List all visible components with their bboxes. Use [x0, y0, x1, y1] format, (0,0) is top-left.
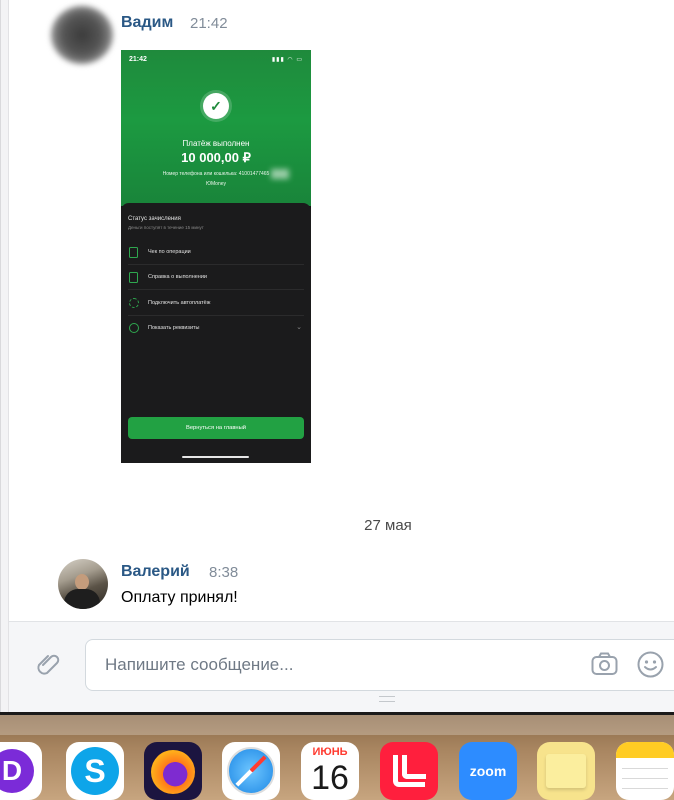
- row-label: Подключить автоплатёж: [148, 300, 211, 306]
- dock-app-calendar[interactable]: ИЮНЬ 16: [301, 742, 359, 800]
- notes-line: [622, 768, 668, 769]
- date-separator: 27 мая: [364, 517, 412, 534]
- emoji-icon[interactable]: [637, 651, 664, 678]
- dock-app-lz[interactable]: [380, 742, 438, 800]
- message-input[interactable]: Напишите сообщение...: [85, 639, 674, 691]
- home-indicator: [182, 456, 249, 458]
- row-label: Чек по операции: [148, 249, 191, 255]
- payment-title: Платёж выполнен: [182, 139, 250, 148]
- message-author[interactable]: Валерий: [121, 563, 190, 581]
- left-panel-edge: [1, 0, 9, 712]
- row-label: Показать реквизиты: [148, 325, 200, 331]
- lz-icon-inner: [402, 755, 426, 779]
- dock-app-notes[interactable]: [616, 742, 674, 800]
- dock-app-stickies[interactable]: [537, 742, 595, 800]
- document-icon: [129, 247, 138, 258]
- dock-app-zoom[interactable]: zoom: [459, 742, 517, 800]
- return-home-button: Вернуться на главный: [128, 417, 304, 439]
- payment-amount: 10 000,00 ₽: [181, 150, 251, 165]
- dock-app-safari[interactable]: [222, 742, 280, 800]
- payment-header: 21:42 ▮▮▮ ◠ ▭ ✓ Платёж выполнен 10 000,0…: [121, 50, 311, 206]
- status-bar-time: 21:42: [129, 56, 147, 63]
- row-details: Показать реквизиты ⌄: [128, 317, 304, 341]
- row-label: Справка о выполнении: [148, 274, 207, 280]
- resize-grip[interactable]: [379, 696, 395, 702]
- message-time: 21:42: [190, 15, 228, 32]
- document-icon: [129, 272, 138, 283]
- checkmark-icon: ✓: [203, 93, 229, 119]
- stickies-icon: [546, 754, 586, 788]
- camera-icon[interactable]: [591, 652, 618, 676]
- notes-line: [622, 788, 668, 789]
- row-autopay: Подключить автоплатёж: [128, 292, 304, 316]
- dock-app-skype[interactable]: S: [66, 742, 124, 800]
- d-app-icon: D: [0, 749, 34, 793]
- notes-icon: [616, 742, 674, 758]
- dock-app-d[interactable]: D: [0, 742, 42, 800]
- chat-window: Вадим 21:42 21:42 ▮▮▮ ◠ ▭ ✓ Платёж выпол…: [0, 0, 674, 712]
- calendar-day: 16: [311, 759, 349, 797]
- dock-app-firefox[interactable]: [144, 742, 202, 800]
- row-receipt: Чек по операции: [128, 241, 304, 265]
- message-text: Оплату принял!: [121, 589, 238, 606]
- notes-line: [622, 778, 668, 779]
- status-title: Статус зачисления: [128, 216, 181, 222]
- status-bar-icons: ▮▮▮ ◠ ▭: [271, 57, 303, 63]
- calendar-month: ИЮНЬ: [312, 746, 348, 758]
- payment-wallet: ЮMoney: [205, 181, 227, 187]
- info-icon: [129, 323, 139, 333]
- redacted-blur: [271, 169, 289, 179]
- chevron-down-icon: ⌄: [296, 324, 302, 331]
- payment-details-sheet: Статус зачисления Деньги поступят в тече…: [121, 203, 311, 463]
- status-subtitle: Деньги поступят в течение 15 минут: [128, 225, 204, 230]
- avatar-valeriy[interactable]: [58, 559, 108, 609]
- sync-icon: [129, 298, 139, 308]
- avatar-face: [75, 574, 89, 590]
- avatar-vadim[interactable]: [51, 6, 113, 64]
- dock-shelf: [0, 715, 674, 735]
- firefox-icon: [151, 750, 195, 794]
- message-time: 8:38: [209, 564, 239, 581]
- avatar-body: [64, 589, 100, 609]
- paperclip-icon[interactable]: [28, 644, 70, 686]
- message-author[interactable]: Вадим: [121, 14, 173, 32]
- skype-icon: S: [71, 747, 119, 795]
- row-certificate: Справка о выполнении: [128, 266, 304, 290]
- payment-screenshot-attachment[interactable]: 21:42 ▮▮▮ ◠ ▭ ✓ Платёж выполнен 10 000,0…: [121, 50, 311, 463]
